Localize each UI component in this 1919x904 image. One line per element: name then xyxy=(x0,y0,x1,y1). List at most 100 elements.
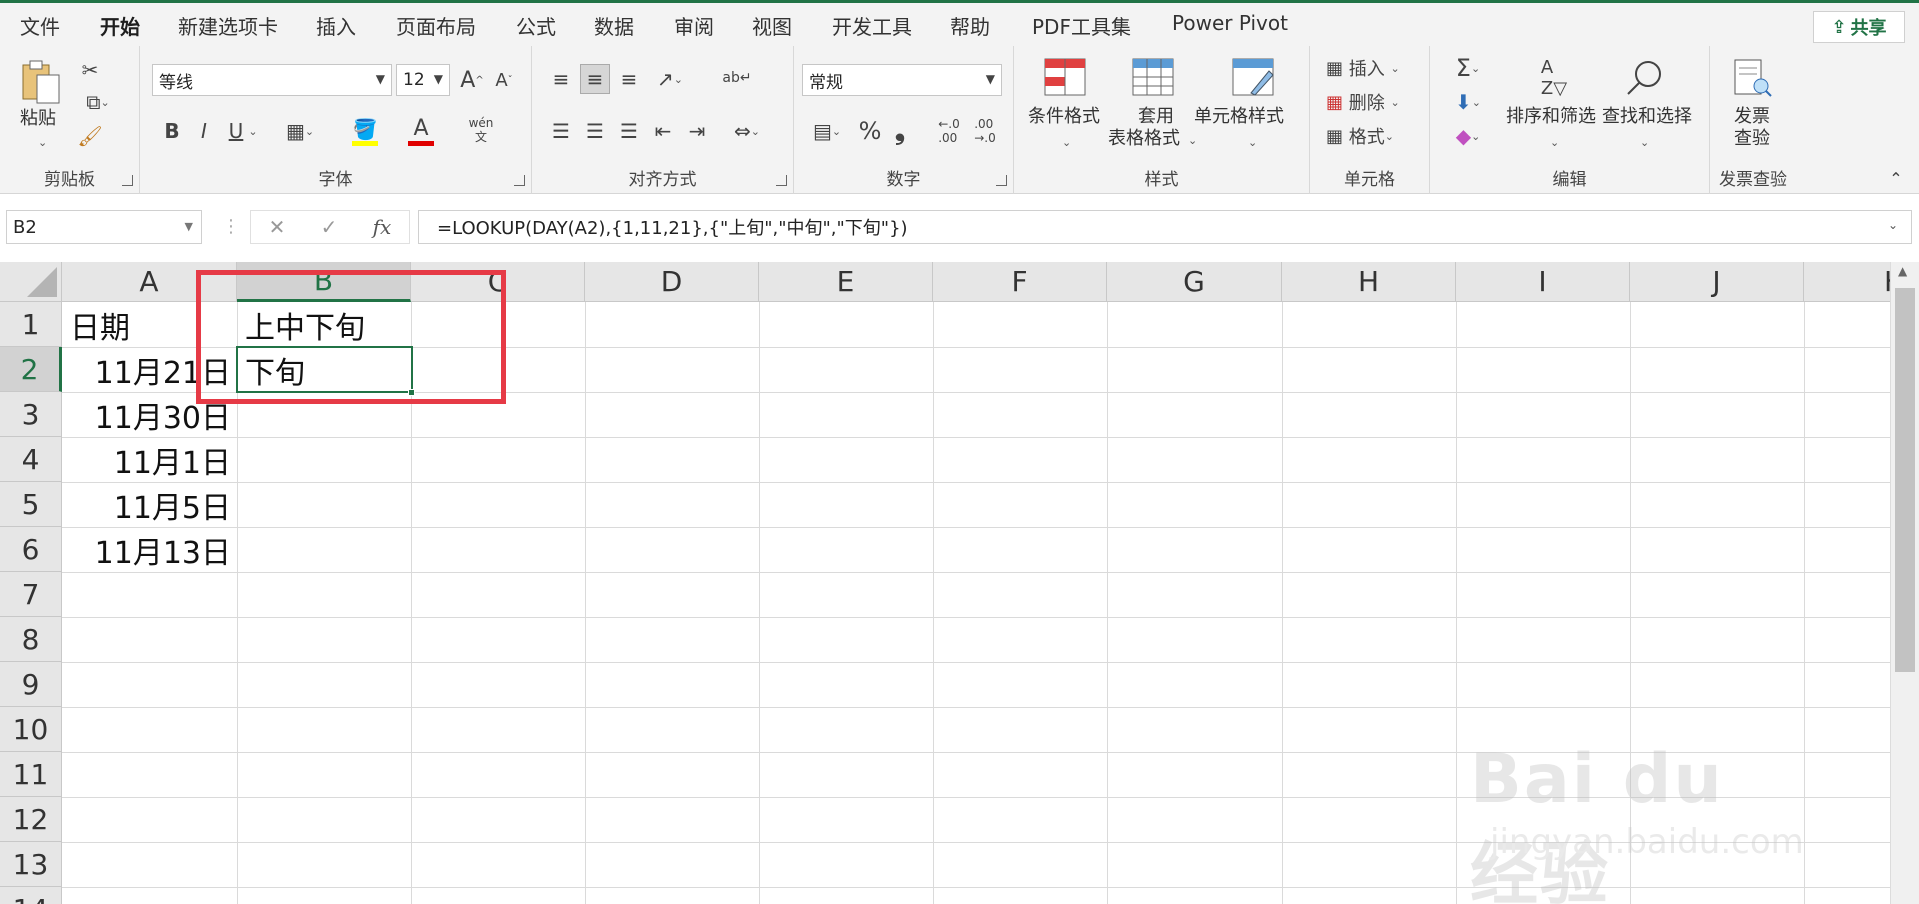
enter-icon[interactable]: ✓ xyxy=(321,215,338,239)
tab-insert[interactable]: 插入 xyxy=(316,11,356,40)
column-header-k[interactable]: K xyxy=(1804,262,1890,302)
row-header-13[interactable]: 13 xyxy=(0,842,62,887)
tab-review[interactable]: 审阅 xyxy=(674,11,714,40)
cell-a6[interactable]: 11月13日 xyxy=(62,527,237,572)
comma-button[interactable]: ❟ xyxy=(888,116,912,146)
orientation-icon[interactable]: ↗ ⌄ xyxy=(648,64,692,94)
merge-center-icon[interactable]: ⇔ ⌄ xyxy=(722,116,772,146)
autosum-icon[interactable]: Σ ⌄ xyxy=(1446,54,1490,82)
fill-color-icon[interactable]: 🪣 xyxy=(340,112,390,150)
tab-home[interactable]: 开始 xyxy=(100,11,140,49)
find-select-chevron-icon[interactable]: ⌄ xyxy=(1640,132,1649,154)
row-header-14[interactable]: 14 xyxy=(0,887,62,904)
align-top-icon[interactable]: ≡ xyxy=(546,64,576,94)
font-launcher-icon[interactable] xyxy=(514,175,525,186)
conditional-format-chevron-icon[interactable]: ⌄ xyxy=(1062,132,1071,154)
row-header-7[interactable]: 7 xyxy=(0,572,62,617)
tab-new[interactable]: 新建选项卡 xyxy=(178,11,278,40)
align-left-icon[interactable]: ☰ xyxy=(546,116,576,146)
cut-icon[interactable]: ✂ xyxy=(78,58,102,82)
formula-bar-splitter-icon[interactable]: ⋮ xyxy=(222,216,240,237)
tab-formulas[interactable]: 公式 xyxy=(516,11,556,40)
row-header-1[interactable]: 1 xyxy=(0,302,62,347)
cell-styles-icon[interactable] xyxy=(1230,56,1276,98)
tab-help[interactable]: 帮助 xyxy=(950,11,990,40)
phonetic-icon[interactable]: wén 文 xyxy=(454,110,508,150)
align-right-icon[interactable]: ☰ xyxy=(614,116,644,146)
increase-decimal-icon[interactable]: ←.0.00 xyxy=(932,116,966,146)
invoice-label-2[interactable]: 查验 xyxy=(1734,128,1770,150)
delete-cells-button[interactable]: ▦ 删除 ⌄ xyxy=(1326,88,1426,116)
format-painter-icon[interactable]: 🖌 xyxy=(77,124,102,148)
cell-a5[interactable]: 11月5日 xyxy=(62,482,237,527)
format-cells-button[interactable]: ▦ 格式 ⌄ xyxy=(1326,122,1426,150)
clipboard-launcher-icon[interactable] xyxy=(122,175,133,186)
number-launcher-icon[interactable] xyxy=(996,175,1007,186)
align-middle-icon[interactable]: ≡ xyxy=(580,64,610,94)
paste-icon[interactable] xyxy=(16,56,66,108)
underline-chevron-icon[interactable]: ⌄ xyxy=(246,120,260,142)
format-as-table-icon[interactable] xyxy=(1130,56,1176,98)
invoice-check-icon[interactable] xyxy=(1728,56,1776,100)
row-header-2[interactable]: 2 xyxy=(0,347,62,392)
decrease-decimal-icon[interactable]: .00 →.0 xyxy=(968,116,1002,146)
increase-indent-icon[interactable]: ⇥ xyxy=(682,116,712,146)
row-header-3[interactable]: 3 xyxy=(0,392,62,437)
clear-icon[interactable]: ◆ ⌄ xyxy=(1446,122,1490,150)
cell-styles-label[interactable]: 单元格样式 xyxy=(1194,106,1284,128)
cell-a4[interactable]: 11月1日 xyxy=(62,437,237,482)
decrease-font-icon[interactable]: Aˇ xyxy=(488,66,520,94)
row-header-6[interactable]: 6 xyxy=(0,527,62,572)
tab-pdf-tools[interactable]: PDF工具集 xyxy=(1032,11,1131,40)
sort-filter-icon[interactable]: A Z▽ xyxy=(1530,56,1578,100)
cell-styles-chevron-icon[interactable]: ⌄ xyxy=(1248,132,1257,154)
paste-label[interactable]: 粘贴 xyxy=(20,108,56,130)
align-center-icon[interactable]: ☰ xyxy=(580,116,610,146)
row-header-12[interactable]: 12 xyxy=(0,797,62,842)
underline-button[interactable]: U xyxy=(224,116,248,146)
tab-data[interactable]: 数据 xyxy=(594,11,634,40)
format-as-table-label-1[interactable]: 套用 xyxy=(1138,106,1174,128)
column-header-i[interactable]: I xyxy=(1456,262,1630,302)
row-header-11[interactable]: 11 xyxy=(0,752,62,797)
wrap-text-icon[interactable]: ab↵ xyxy=(722,60,752,96)
column-header-g[interactable]: G xyxy=(1107,262,1282,302)
row-header-9[interactable]: 9 xyxy=(0,662,62,707)
row-header-10[interactable]: 10 xyxy=(0,707,62,752)
invoice-label-1[interactable]: 发票 xyxy=(1734,106,1770,128)
tab-page-layout[interactable]: 页面布局 xyxy=(396,11,476,40)
scroll-up-icon[interactable]: ▲ xyxy=(1898,264,1907,278)
tab-view[interactable]: 视图 xyxy=(752,11,792,40)
column-header-d[interactable]: D xyxy=(585,262,759,302)
font-size-select[interactable]: 12 ▼ xyxy=(396,64,450,96)
row-header-8[interactable]: 8 xyxy=(0,617,62,662)
select-all-button[interactable] xyxy=(0,262,62,302)
column-header-j[interactable]: J xyxy=(1630,262,1804,302)
expand-formula-chevron-icon[interactable]: ⌄ xyxy=(1888,218,1898,232)
row-header-5[interactable]: 5 xyxy=(0,482,62,527)
bold-button[interactable]: B xyxy=(160,116,184,146)
copy-icon[interactable]: ⧉ ⌄ xyxy=(78,90,118,114)
paste-chevron-icon[interactable]: ⌄ xyxy=(38,132,47,154)
column-header-h[interactable]: H xyxy=(1282,262,1456,302)
border-icon[interactable]: ▦ ⌄ xyxy=(278,116,322,146)
number-format-select[interactable]: 常规 ▼ xyxy=(802,64,1002,96)
font-color-icon[interactable]: A xyxy=(396,112,446,150)
decrease-indent-icon[interactable]: ⇤ xyxy=(648,116,678,146)
accounting-icon[interactable]: ▤ ⌄ xyxy=(804,116,850,146)
name-box[interactable]: B2 ▼ xyxy=(6,210,202,244)
cancel-icon[interactable]: ✕ xyxy=(269,215,286,239)
italic-button[interactable]: I xyxy=(192,116,216,146)
tab-developer[interactable]: 开发工具 xyxy=(832,11,912,40)
tab-file[interactable]: 文件 xyxy=(20,11,60,40)
sort-filter-label[interactable]: 排序和筛选 xyxy=(1506,106,1596,128)
conditional-format-icon[interactable] xyxy=(1042,56,1088,98)
find-select-label[interactable]: 查找和选择 xyxy=(1602,106,1692,128)
format-as-table-label-2[interactable]: 表格格式 xyxy=(1108,128,1180,150)
row-header-4[interactable]: 4 xyxy=(0,437,62,482)
tab-power-pivot[interactable]: Power Pivot xyxy=(1172,11,1288,35)
format-as-table-chevron-icon[interactable]: ⌄ xyxy=(1188,130,1197,152)
formula-input[interactable]: =LOOKUP(DAY(A2),{1,11,21},{"上旬","中旬","下旬… xyxy=(418,210,1912,244)
scrollbar-thumb[interactable] xyxy=(1895,288,1915,672)
align-bottom-icon[interactable]: ≡ xyxy=(614,64,644,94)
